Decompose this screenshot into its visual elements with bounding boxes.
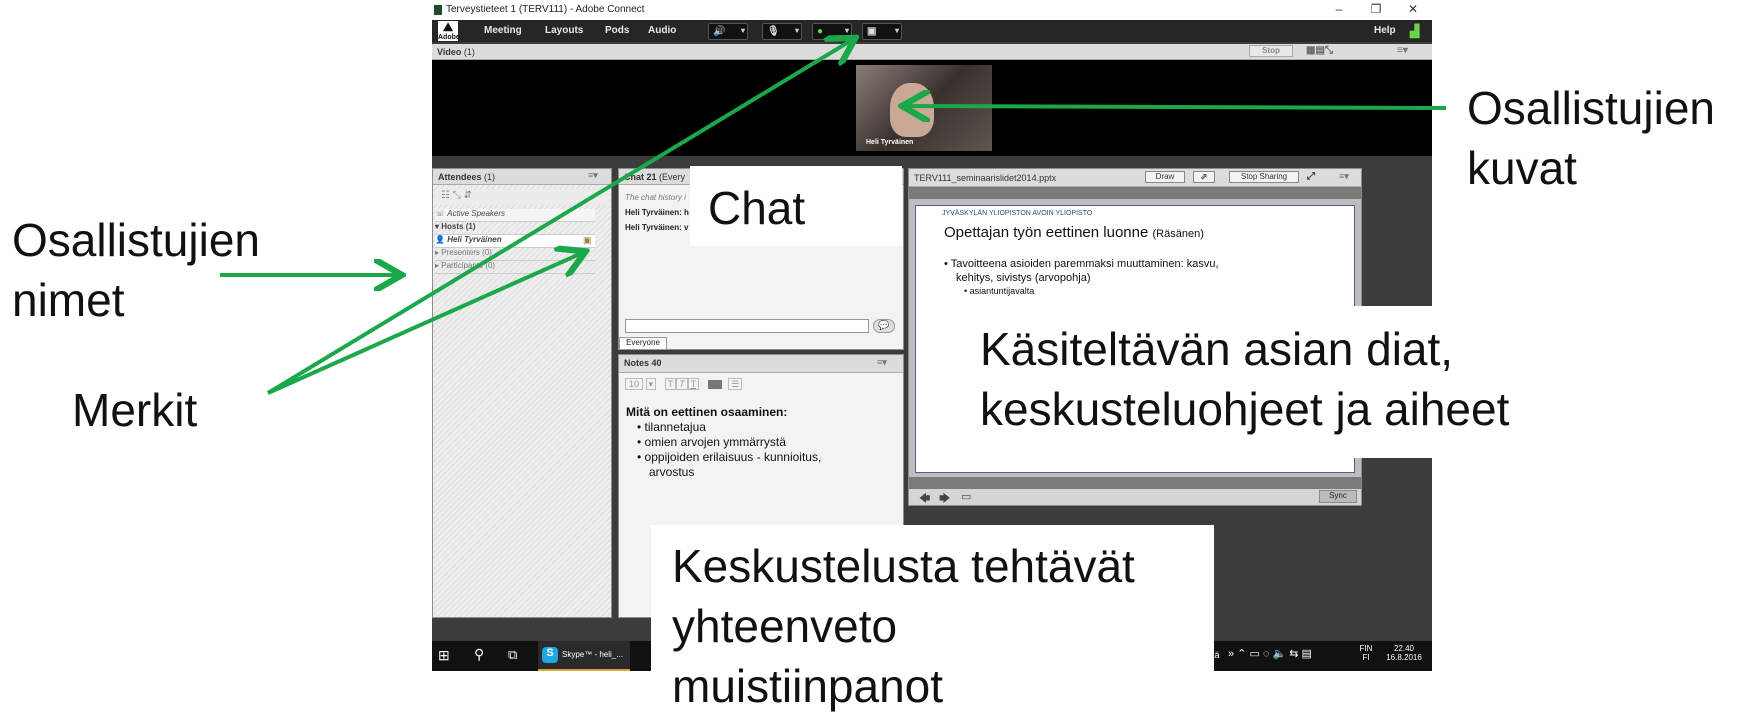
annotation-arrows: [220, 0, 1447, 395]
arrow-to-video: [906, 106, 1447, 108]
arrow-to-toolbar-status: [266, 40, 852, 395]
